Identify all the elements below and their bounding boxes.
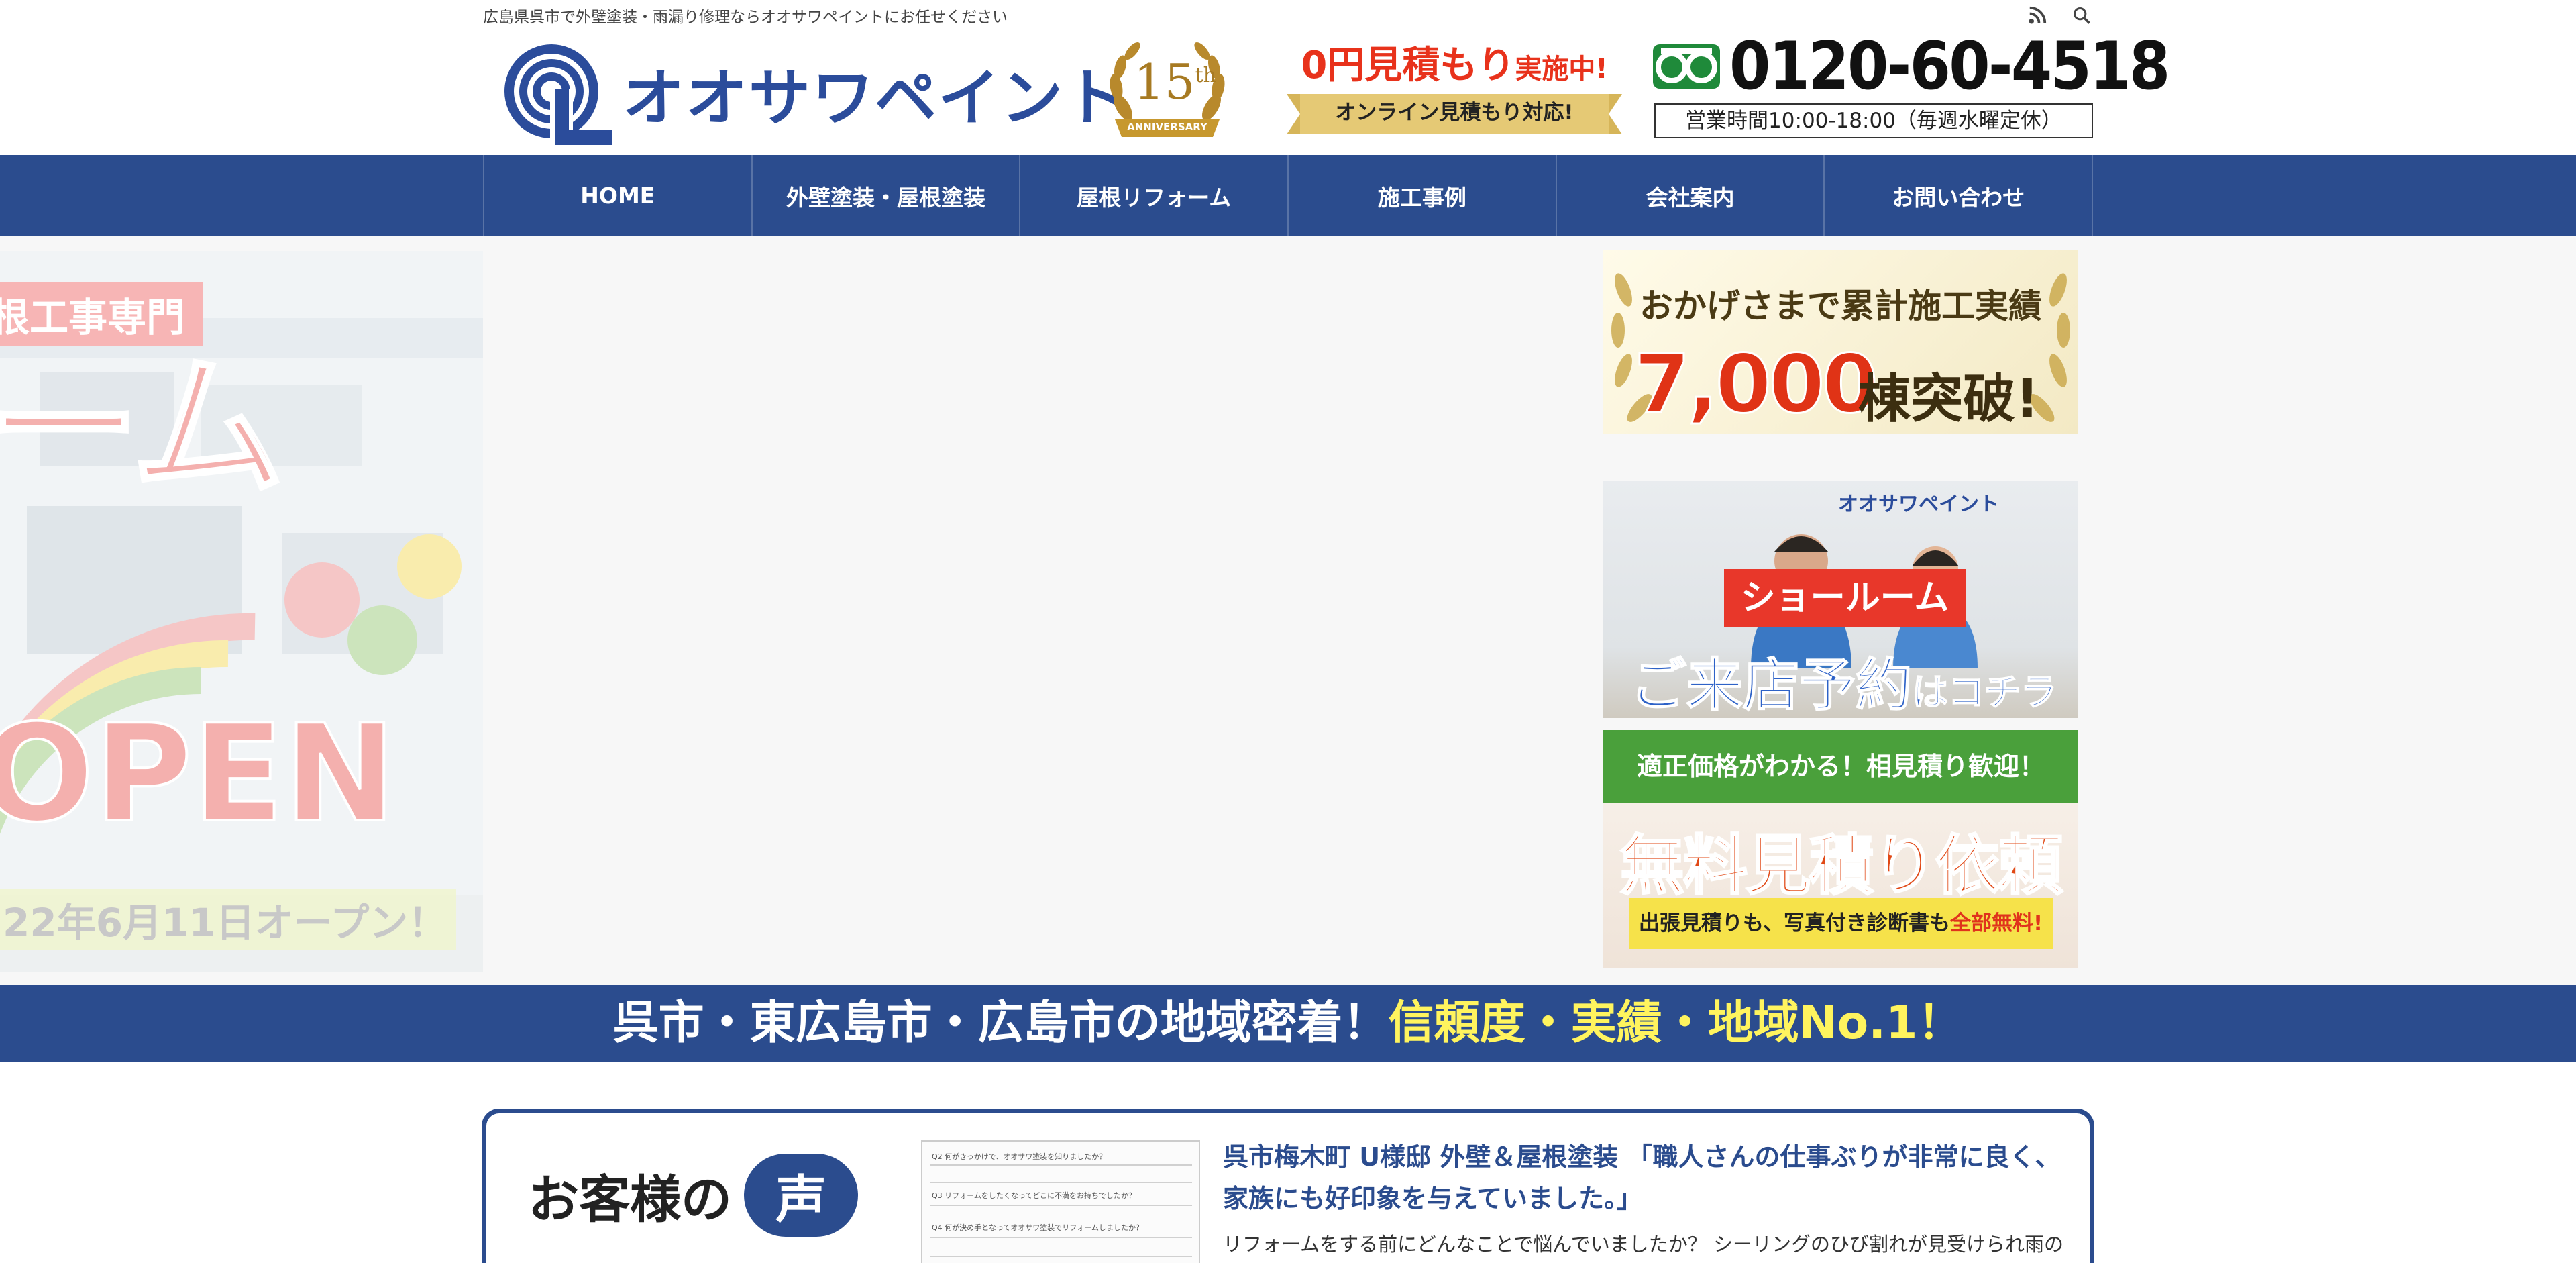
slide-tag: 根工事専門	[0, 282, 203, 346]
search-icon[interactable]	[2068, 1, 2096, 30]
free-estimate-headline: 適正価格がわかる！相見積り歓迎！	[1603, 730, 2078, 803]
header-tagline: 広島県呉市で外壁塗装・雨漏り修理ならオオサワペイントにお任せください	[483, 9, 1008, 26]
logo-mark-icon	[504, 44, 612, 145]
voice-badge: 声	[744, 1154, 858, 1237]
slide-date: 22年6月11日オープン！	[0, 889, 457, 950]
showroom-logo-text: オオサワペイント	[1838, 493, 1999, 516]
free-estimate-note: 出張見積りも、写真付き診断書も全部無料!	[1629, 898, 2053, 949]
rss-icon[interactable]	[2023, 1, 2051, 30]
estimate-subtitle: オンライン見積もり対応!	[1335, 101, 1574, 125]
customer-voice-card[interactable]: お客様の 声 Q2 何がきっかけで、オオサワ塗装を知りましたか？ Q3 リフォー…	[482, 1109, 2094, 1263]
free-dial-icon	[1653, 44, 1720, 89]
estimate-title: 0円見積もり実施中!	[1301, 44, 1608, 87]
voice-heading: お客様の 声	[528, 1154, 858, 1237]
anniversary-label: ANNIVERSARY	[1127, 121, 1208, 133]
site-logo[interactable]: オオサワペイント	[498, 39, 1127, 146]
nav-item-works[interactable]: 施工事例	[1287, 155, 1556, 236]
main-navigation: HOME 外壁塗装・屋根塗装 屋根リフォーム 施工事例 会社案内 お問い合わせ	[0, 155, 2576, 236]
nav-item-contact[interactable]: お問い合わせ	[1823, 155, 2094, 236]
main-visual-area: 根工事専門 ーム OPEN 22年6月11日オープン！ おかげさまで累計施工実績…	[0, 236, 2576, 985]
achievement-banner[interactable]: おかげさまで累計施工実績 7,000 棟突破!	[1603, 250, 2078, 434]
free-estimate-promo[interactable]: 0円見積もり実施中! オンライン見積もり対応!	[1287, 35, 1622, 148]
hero-slider[interactable]: 根工事専門 ーム OPEN 22年6月11日オープン！	[0, 251, 483, 972]
nav-item-roof-reform[interactable]: 屋根リフォーム	[1019, 155, 1287, 236]
free-estimate-banner[interactable]: 適正価格がわかる！相見積り歓迎！ 無料見積り依頼 出張見積りも、写真付き診断書も…	[1603, 730, 2078, 968]
slider-main-panel	[483, 251, 1589, 972]
slide-open-text: OPEN	[0, 696, 398, 852]
logo-text: オオサワペイント	[623, 62, 1128, 134]
free-estimate-title: 無料見積り依頼	[1619, 827, 2064, 905]
nav-item-painting[interactable]: 外壁塗装・屋根塗装	[751, 155, 1020, 236]
regional-slogan: 呉市・東広島市・広島市の地域密着！信頼度・実績・地域No.1！	[0, 985, 2576, 1062]
showroom-reservation-banner[interactable]: オオサワペイント ショールーム ご来店予約はコチラ	[1603, 481, 2078, 718]
header-utility-icons	[2023, 1, 2096, 30]
showroom-cta: ご来店予約はコチラ	[1629, 652, 2057, 718]
voice-excerpt: リフォームをする前にどんなことで悩んでいましたか？ シーリングのひび割れが見受け…	[1223, 1233, 2064, 1256]
slide-title: ーム	[0, 339, 286, 518]
business-hours: 営業時間10:00-18:00（毎週水曜定休）	[1654, 103, 2093, 138]
achievement-suffix: 棟突破!	[1858, 369, 2039, 430]
anniversary-number: 15th	[1134, 54, 1217, 110]
anniversary-badge: 15th ANNIVERSARY	[1100, 34, 1234, 148]
achievement-number: 7,000	[1633, 338, 1880, 433]
nav-item-company[interactable]: 会社案内	[1555, 155, 1824, 236]
phone-number: 0120-60-4518	[1729, 28, 2170, 105]
voice-title[interactable]: 呉市梅木町 U様邸 外壁＆屋根塗装 「職人さんの仕事ぶりが非常に良く、家族にも好…	[1223, 1136, 2075, 1219]
questionnaire-sheet-image: Q2 何がきっかけで、オオサワ塗装を知りましたか？ Q3 リフォームをしたくなっ…	[921, 1140, 1200, 1263]
achievement-caption: おかげさまで累計施工実績	[1640, 287, 2042, 325]
phone-contact[interactable]: 0120-60-4518	[1652, 34, 2217, 99]
showroom-label: ショールーム	[1724, 569, 1966, 627]
nav-item-home[interactable]: HOME	[483, 155, 751, 236]
